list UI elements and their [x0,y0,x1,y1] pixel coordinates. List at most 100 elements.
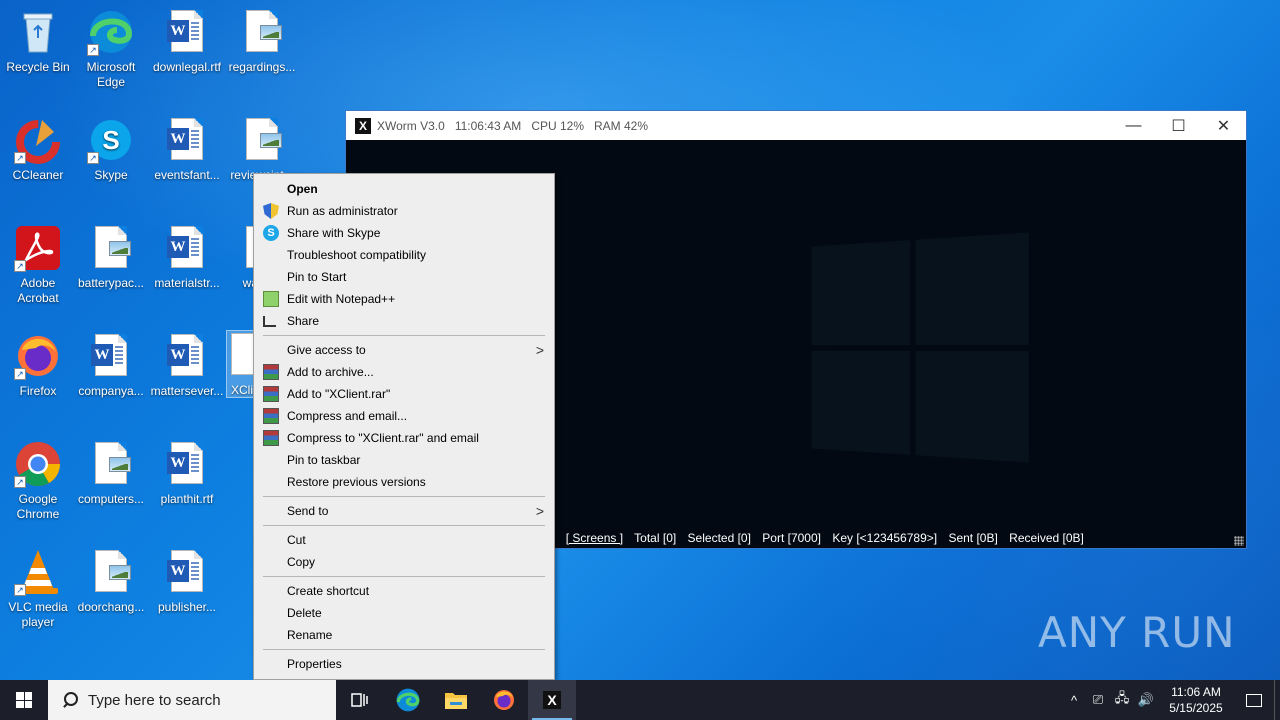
desktop-icon-firefox[interactable]: ↗ Firefox [0,332,76,399]
status-total: Total [0] [634,531,677,545]
menu-item-label: Give access to [287,343,366,357]
desktop-icon-label: eventsfant... [154,168,220,182]
file-explorer-icon [445,693,467,709]
tray-chevron-icon[interactable]: ^ [1062,693,1086,708]
desktop-icon-publisher[interactable]: W publisher... [149,548,225,615]
menu-item-label: Share [287,314,320,328]
word-doc-icon: W [87,332,135,380]
screens-link[interactable]: [ Screens ] [566,531,623,545]
desktop-icon-acrobat[interactable]: ↗ Adobe Acrobat [0,224,76,306]
menu-item-delete[interactable]: Delete [254,602,554,624]
maximize-button[interactable]: ☐ [1156,111,1201,140]
desktop-icon-planthit[interactable]: W planthit.rtf [149,440,225,507]
menu-item-cut[interactable]: Cut [254,529,554,551]
taskbar-clock[interactable]: 11:06 AM 5/15/2025 [1158,684,1234,716]
desktop-icon-label: materialstr... [154,276,220,290]
menu-item-edit-with-notepad-plus-plus[interactable]: Edit with Notepad++ [254,288,554,310]
menu-separator [263,525,545,526]
shortcut-arrow-icon: ↗ [14,368,26,380]
shortcut-arrow-icon: ↗ [87,44,99,56]
task-view-button[interactable] [336,680,384,720]
menu-item-troubleshoot-compatibility[interactable]: Troubleshoot compatibility [254,244,554,266]
menu-item-label: Add to archive... [287,365,374,379]
desktop-icon-doorchang[interactable]: doorchang... [73,548,149,615]
menu-item-label: Run as administrator [287,204,398,218]
desktop-icon-batterypac[interactable]: batterypac... [73,224,149,291]
desktop-icon-recycle-bin[interactable]: Recycle Bin [0,8,76,75]
desktop-icon-chrome[interactable]: ↗ Google Chrome [0,440,76,522]
menu-item-restore-previous-versions[interactable]: Restore previous versions [254,471,554,493]
desktop-icon-eventsfant[interactable]: W eventsfant... [149,116,225,183]
taskbar-file-explorer[interactable] [432,680,480,720]
notification-center-button[interactable] [1234,693,1274,707]
shortcut-arrow-icon: ↗ [14,584,26,596]
menu-item-add-to-archive[interactable]: Add to archive... [254,361,554,383]
context-menu[interactable]: Open Run as administrator S Share with Sk… [253,173,555,680]
show-desktop-button[interactable] [1274,680,1280,720]
desktop-icon-computers[interactable]: computers... [73,440,149,507]
xworm-titlebar[interactable]: X XWorm V3.0 11:06:43 AM CPU 12% RAM 42%… [346,111,1246,140]
taskbar-search-box[interactable]: Type here to search [48,680,336,720]
xworm-logo-icon: X [355,117,371,134]
submenu-arrow-icon: > [535,503,544,519]
desktop-icon-mattersever[interactable]: W mattersever... [149,332,225,399]
menu-item-label: Add to "XClient.rar" [287,387,391,401]
volume-icon[interactable]: 🔊 [1134,692,1158,708]
search-icon [62,692,78,708]
meet-now-icon[interactable]: ⎚ [1086,692,1110,708]
menu-separator [263,576,545,577]
anyrun-watermark: ANY RUN [1038,608,1236,657]
menu-separator [263,335,545,336]
taskbar-xworm[interactable]: X [528,680,576,720]
start-button[interactable] [0,680,48,720]
menu-item-run-as-administrator[interactable]: Run as administrator [254,200,554,222]
desktop-icon-vlc[interactable]: ↗ VLC media player [0,548,76,630]
status-key: Key [<123456789>] [832,531,938,545]
resize-grip[interactable] [1234,536,1244,546]
desktop-icon-materialstr[interactable]: W materialstr... [149,224,225,291]
taskbar-firefox[interactable] [480,680,528,720]
ccleaner-icon: ↗ [14,116,62,164]
desktop-icon-regardings[interactable]: regardings... [224,8,300,75]
menu-item-copy[interactable]: Copy [254,551,554,573]
menu-item-open[interactable]: Open [254,178,554,200]
menu-item-compress-to-xclient-rar-and-email[interactable]: Compress to "XClient.rar" and email [254,427,554,449]
desktop-icon-skype[interactable]: S ↗ Skype [73,116,149,183]
image-file-icon [238,8,286,56]
menu-item-label: Pin to Start [287,270,347,284]
taskbar-edge[interactable] [384,680,432,720]
close-button[interactable]: ✕ [1201,111,1246,140]
status-port: Port [7000] [762,531,821,545]
menu-item-share-with-skype[interactable]: S Share with Skype [254,222,554,244]
menu-item-add-to-xclient-rar[interactable]: Add to "XClient.rar" [254,383,554,405]
word-doc-icon: W [163,332,211,380]
menu-item-send-to[interactable]: Send to > [254,500,554,522]
clock-date: 5/15/2025 [1169,701,1223,715]
xworm-time: 11:06:43 AM [454,118,522,133]
menu-item-rename[interactable]: Rename [254,624,554,646]
menu-item-properties[interactable]: Properties [254,653,554,675]
desktop-icon-label: planthit.rtf [160,492,214,506]
skype-icon: S ↗ [87,116,135,164]
menu-item-pin-to-taskbar[interactable]: Pin to taskbar [254,449,554,471]
desktop-icon-edge[interactable]: ↗ Microsoft Edge [73,8,149,90]
network-icon[interactable]: 🖧 [1110,689,1134,711]
skype-icon: S [263,225,279,241]
menu-item-label: Create shortcut [287,584,370,598]
desktop-icon-label: Firefox [19,384,57,398]
desktop-icon-companya[interactable]: W companya... [73,332,149,399]
menu-item-pin-to-start[interactable]: Pin to Start [254,266,554,288]
chrome-icon: ↗ [14,440,62,488]
menu-item-compress-and-email[interactable]: Compress and email... [254,405,554,427]
desktop-icon-ccleaner[interactable]: ↗ CCleaner [0,116,76,183]
menu-item-create-shortcut[interactable]: Create shortcut [254,580,554,602]
status-received: Received [0B] [1009,531,1084,545]
system-tray: ^ ⎚ 🖧 🔊 11:06 AM 5/15/2025 [1062,680,1280,720]
edge-icon [396,688,420,712]
desktop-icon-label: mattersever... [150,384,224,398]
minimize-button[interactable]: — [1111,111,1156,140]
menu-item-share[interactable]: Share [254,310,554,332]
menu-item-give-access-to[interactable]: Give access to > [254,339,554,361]
submenu-arrow-icon: > [535,342,544,358]
desktop-icon-downlegal[interactable]: W downlegal.rtf [149,8,225,75]
